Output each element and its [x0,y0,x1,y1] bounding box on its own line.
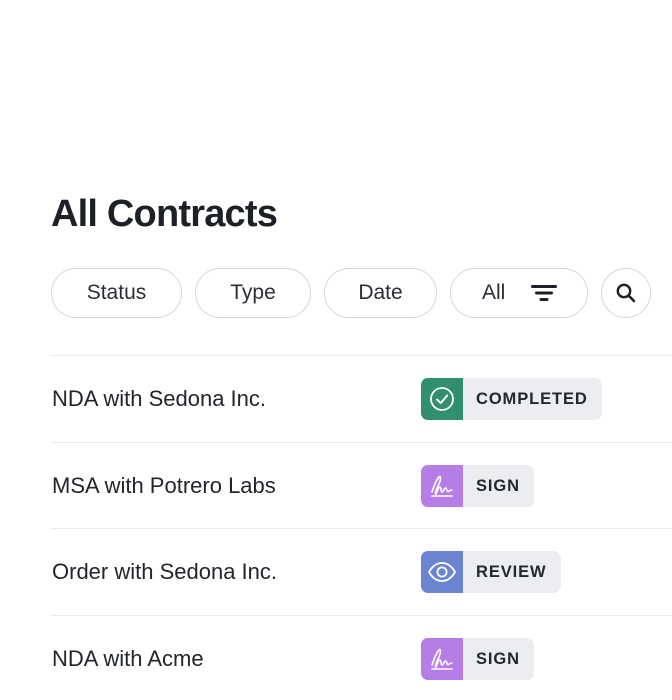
status-label: REVIEW [476,563,547,581]
all-filter-button[interactable]: All [450,268,588,318]
contracts-page: All Contracts Status Type Date All NDA w… [0,0,672,700]
filter-lines-icon [531,285,558,301]
date-filter-button[interactable]: Date [324,268,437,318]
all-filter-label: All [482,281,506,304]
contract-name: NDA with Sedona Inc. [52,386,267,411]
contract-name: MSA with Potrero Labs [52,472,276,498]
status-label: COMPLETED [476,390,588,408]
date-filter-label: Date [358,281,403,304]
filter-bar: Status Type Date All [51,268,651,318]
contract-row[interactable]: MSA with Potrero Labs SIGN [51,441,672,529]
check-circle-icon [421,378,463,420]
status-badge: REVIEW [421,551,561,593]
status-label: SIGN [476,476,520,495]
type-filter-button[interactable]: Type [195,268,311,318]
status-badge: SIGN [421,637,534,680]
eye-icon [421,551,463,593]
signature-icon [421,637,463,680]
search-button[interactable] [601,268,651,318]
contracts-list: NDA with Sedona Inc. COMPLETED MSA with … [51,355,672,700]
search-icon [616,283,636,303]
status-label: SIGN [476,649,520,668]
page-title: All Contracts [51,193,278,235]
contract-name: NDA with Acme [52,645,204,671]
contract-row[interactable]: NDA with Sedona Inc. COMPLETED [51,355,672,442]
status-badge: SIGN [421,464,534,507]
status-filter-button[interactable]: Status [51,268,182,318]
signature-icon [421,464,463,507]
contract-name: Order with Sedona Inc. [52,559,278,584]
contract-row[interactable]: NDA with Acme SIGN [51,614,672,700]
type-filter-label: Type [230,281,276,304]
contract-row[interactable]: Order with Sedona Inc. REVIEW [51,528,672,615]
status-badge: COMPLETED [421,378,602,420]
status-filter-label: Status [86,281,147,304]
